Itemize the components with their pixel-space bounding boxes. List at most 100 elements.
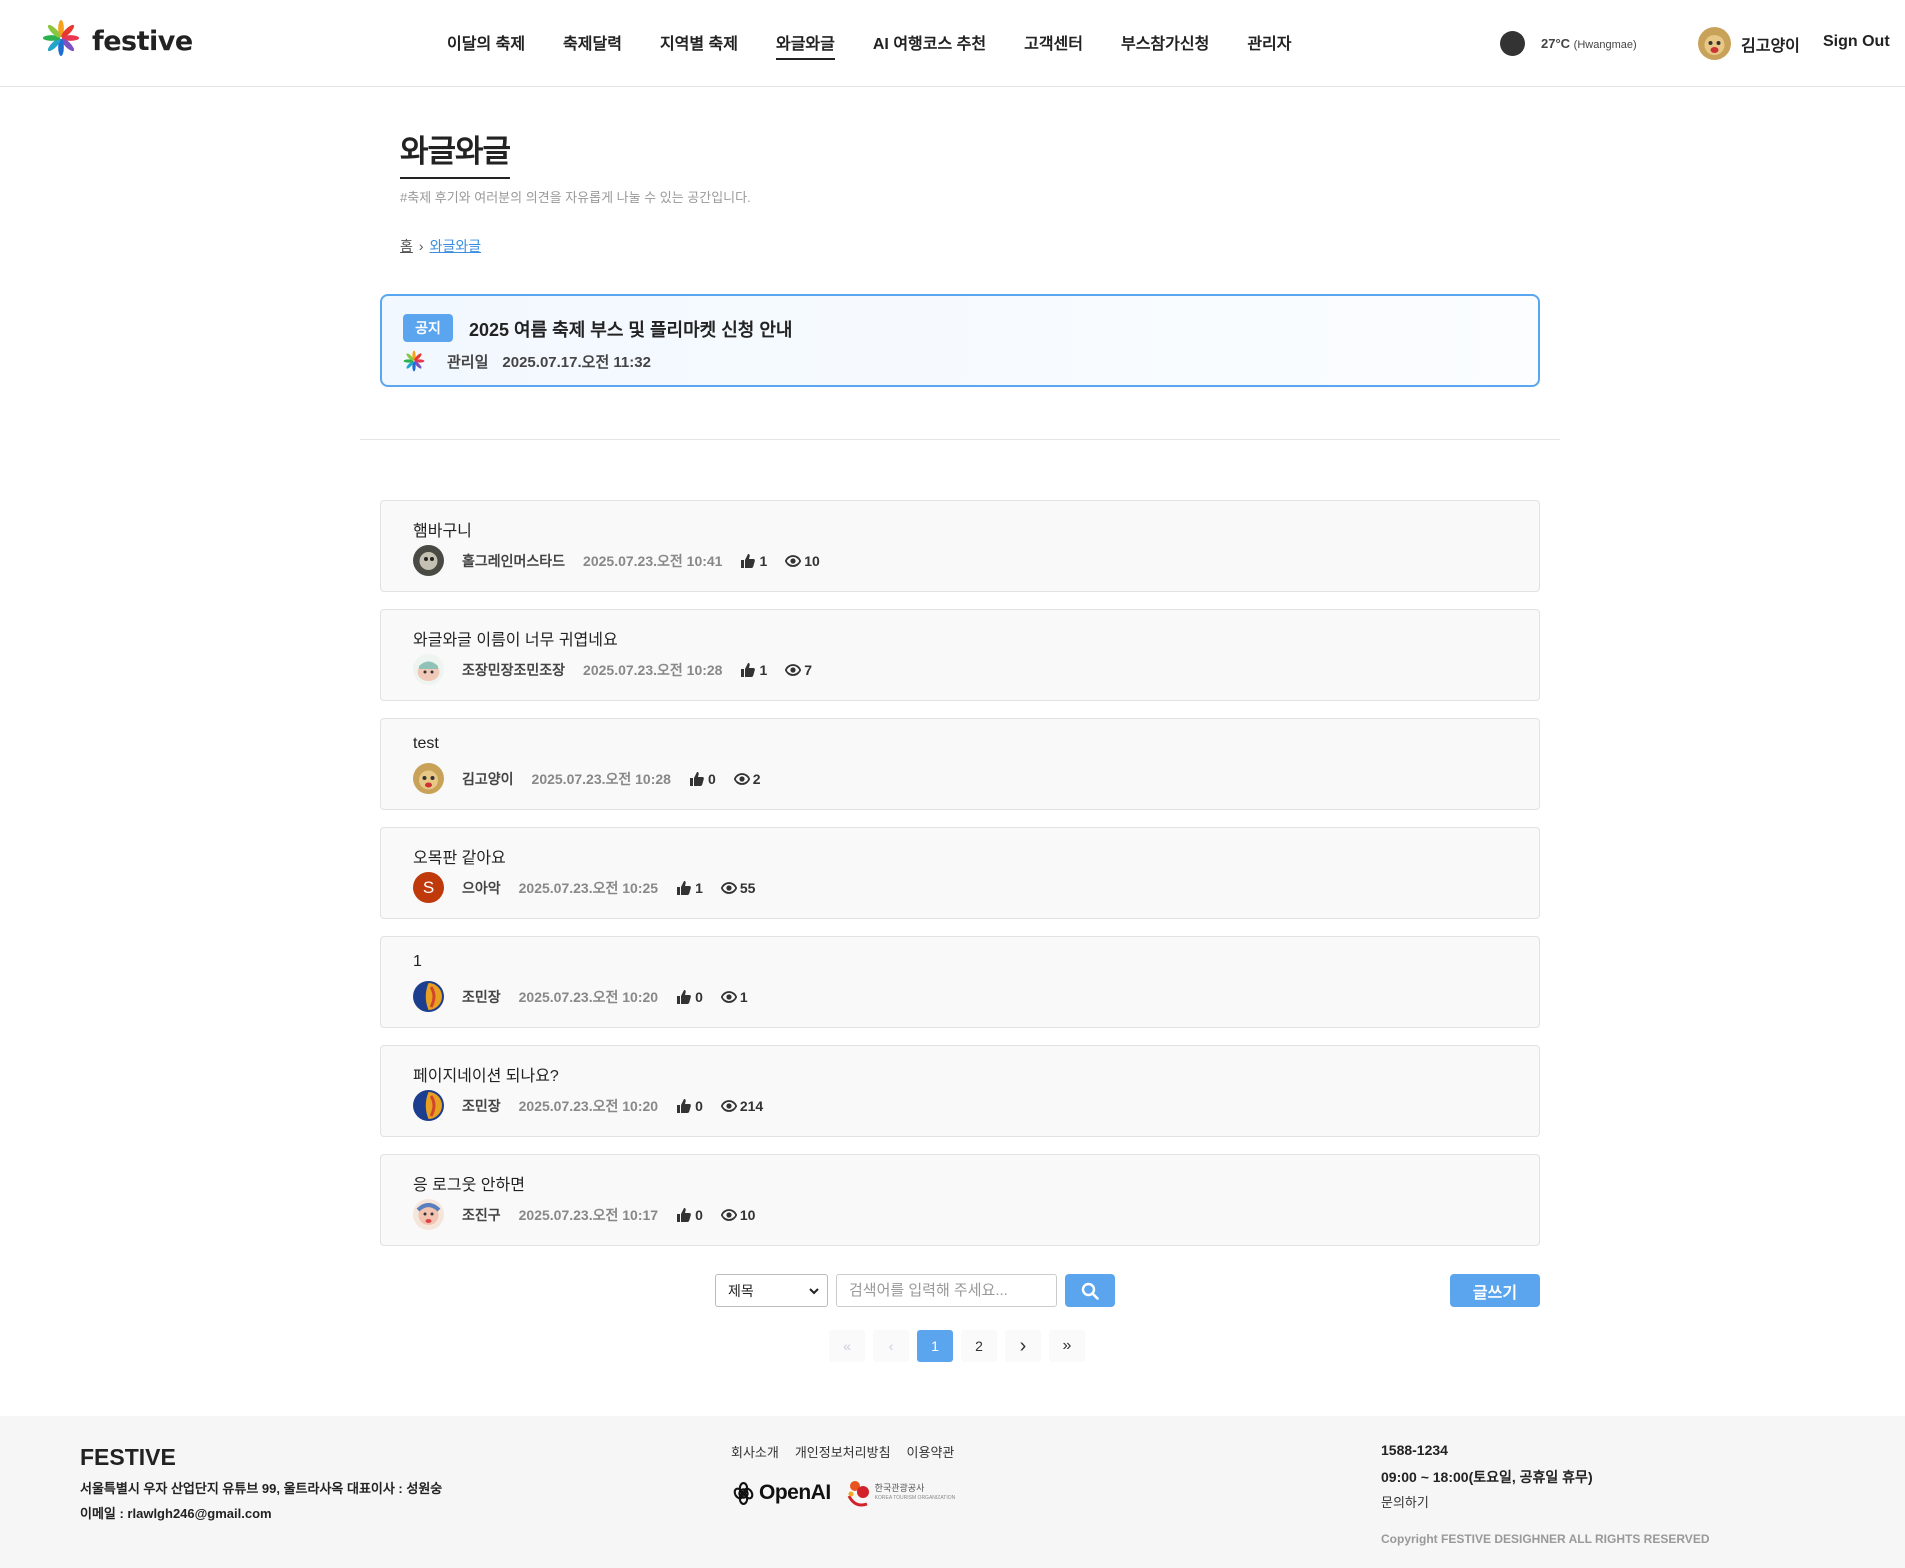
like-count: 0	[689, 771, 716, 787]
eye-icon	[733, 772, 750, 785]
thumbs-up-icon	[677, 1098, 691, 1113]
eye-icon	[720, 881, 737, 894]
nav-item-festival-calendar[interactable]: 축제달력	[563, 30, 622, 60]
notice-meta: 관리일 2025.07.17.오전 11:32	[403, 350, 651, 372]
post-item[interactable]: 햄바구니 홀그레인머스타드 2025.07.23.오전 10:41 1 10	[380, 500, 1540, 592]
notice-badge: 공지	[403, 314, 453, 342]
site-footer: FESTIVE 서울특별시 우자 산업단지 유튜브 99, 울트라사옥 대표이사…	[0, 1416, 1905, 1568]
like-count-value: 0	[707, 770, 716, 787]
page-button-1[interactable]: 1	[917, 1330, 953, 1362]
kto-text: 한국관광공사 KOREA TOURISM ORGANIZATION	[875, 1483, 956, 1503]
like-count-value: 0	[695, 1097, 703, 1114]
prev-page-button[interactable]: ‹	[873, 1330, 909, 1362]
like-count-value: 1	[759, 552, 768, 569]
nav-item-monthly-festival[interactable]: 이달의 축제	[447, 30, 525, 60]
breadcrumb-home[interactable]: 홈	[400, 236, 413, 256]
user-avatar	[1698, 27, 1731, 60]
last-page-button[interactable]: »	[1049, 1330, 1085, 1362]
post-meta: 홀그레인머스타드 2025.07.23.오전 10:41 1 10	[413, 545, 820, 576]
author-avatar	[413, 981, 444, 1012]
avatar-letter: S	[422, 878, 435, 897]
author-avatar	[413, 763, 444, 794]
nav-item-admin[interactable]: 관리자	[1247, 30, 1291, 60]
eye-icon	[720, 1099, 737, 1112]
footer-link-terms[interactable]: 이용약관	[907, 1442, 955, 1461]
view-count-value: 2	[752, 770, 761, 787]
post-author: 조장민장조민조장	[462, 661, 566, 678]
post-item[interactable]: 와글와글 이름이 너무 귀엽네요 조장민장조민조장 2025.07.23.오전 …	[380, 609, 1540, 701]
chevron-down-icon	[809, 1287, 819, 1294]
page-button-2[interactable]: 2	[961, 1330, 997, 1362]
view-count: 10	[720, 1207, 755, 1223]
post-item[interactable]: 응 로그웃 안하면 조진구 2025.07.23.오전 10:17 0 10	[380, 1154, 1540, 1246]
nav-item-regional-festival[interactable]: 지역별 축제	[660, 30, 738, 60]
post-meta: 김고양이 2025.07.23.오전 10:28 0 2	[413, 763, 761, 794]
nav-item-booth-application[interactable]: 부스참가신청	[1121, 30, 1209, 60]
breadcrumb-current[interactable]: 와글와글	[430, 236, 482, 256]
search-icon	[1081, 1282, 1099, 1300]
post-item[interactable]: 페이지네이션 되나요? 조민장 2025.07.23.오전 10:20 0 21…	[380, 1045, 1540, 1137]
post-title: 오목판 같아요	[413, 850, 506, 867]
notice-title: 2025 여름 축제 부스 및 플리마켓 신청 안내	[469, 320, 793, 340]
page-title: 와글와글	[400, 126, 511, 179]
notice-card[interactable]: 공지 2025 여름 축제 부스 및 플리마켓 신청 안내 관리일 2025.0…	[380, 294, 1540, 387]
next-page-button[interactable]: ›	[1005, 1330, 1041, 1362]
thumbs-up-icon	[741, 553, 756, 568]
author-avatar: S	[413, 872, 444, 903]
footer-link-about[interactable]: 회사소개	[731, 1442, 779, 1461]
partner-logos: OpenAI 한국관광공사 KOREA TOURISM ORGANIZATION	[731, 1478, 955, 1508]
weather-text: 27°C (Hwangmae)	[1541, 36, 1637, 51]
like-count-value: 0	[695, 988, 703, 1005]
page-description: #축제 후기와 여러분의 의견을 자유롭게 나눌 수 있는 공간입니다.	[400, 190, 751, 205]
post-list: 햄바구니 홀그레인머스타드 2025.07.23.오전 10:41 1 10 와…	[380, 500, 1540, 1263]
author-avatar	[413, 654, 444, 685]
post-item[interactable]: 1 조민장 2025.07.23.오전 10:20 0 1	[380, 936, 1540, 1028]
signout-link[interactable]: Sign Out	[1823, 33, 1890, 51]
weather-location: (Hwangmae)	[1573, 39, 1637, 51]
post-item[interactable]: 오목판 같아요 S 으아악 2025.07.23.오전 10:25 1 55	[380, 827, 1540, 919]
like-count: 0	[676, 989, 703, 1005]
chevron-right-icon: ›	[418, 238, 424, 254]
user-name: 김고양이	[1741, 37, 1800, 55]
eye-icon	[720, 1208, 737, 1221]
view-count: 7	[785, 662, 812, 678]
post-author: 김고양이	[462, 770, 514, 787]
footer-link-privacy[interactable]: 개인정보처리방침	[795, 1442, 891, 1461]
breadcrumb: 홈 › 와글와글	[400, 236, 481, 256]
like-count: 1	[676, 880, 703, 896]
section-divider	[360, 439, 1560, 440]
weather-icon	[1500, 31, 1525, 56]
view-count-value: 1	[739, 988, 748, 1005]
notice-author: 관리일	[447, 353, 489, 371]
eye-icon	[785, 554, 802, 567]
nav-item-customer-center[interactable]: 고객센터	[1024, 30, 1083, 60]
post-item[interactable]: test 김고양이 2025.07.23.오전 10:28 0 2	[380, 718, 1540, 810]
like-count: 0	[676, 1098, 703, 1114]
post-meta: 조민장 2025.07.23.오전 10:20 0 214	[413, 1090, 763, 1121]
user-profile[interactable]: 김고양이	[1698, 27, 1800, 60]
like-count-value: 1	[759, 661, 768, 678]
post-date: 2025.07.23.오전 10:28	[583, 661, 723, 678]
post-title: 1	[413, 953, 422, 970]
thumbs-up-icon	[741, 662, 756, 677]
footer-hours: 09:00 ~ 18:00(토요일, 공휴일 휴무)	[1381, 1469, 1593, 1485]
post-title: 페이지네이션 되나요?	[413, 1068, 559, 1085]
search-button[interactable]	[1065, 1274, 1115, 1307]
nav-item-waglewagle[interactable]: 와글와글	[775, 30, 835, 60]
write-post-button[interactable]: 글쓰기	[1450, 1274, 1540, 1307]
search-type-select[interactable]: 제목	[715, 1274, 828, 1307]
view-count: 10	[785, 553, 820, 569]
search-input[interactable]	[836, 1274, 1057, 1307]
footer-inquiry-link[interactable]: 문의하기	[1381, 1492, 1429, 1511]
first-page-button[interactable]: «	[829, 1330, 865, 1362]
post-date: 2025.07.23.오전 10:28	[531, 770, 671, 787]
nav-item-ai-course[interactable]: AI 여행코스 추천	[873, 30, 986, 60]
site-logo[interactable]: festive	[42, 18, 193, 57]
openai-icon	[733, 1481, 754, 1505]
post-author: 으아악	[462, 879, 501, 896]
kto-name: 한국관광공사	[874, 1483, 925, 1493]
post-date: 2025.07.23.오전 10:25	[518, 879, 659, 896]
thumbs-up-icon	[677, 1207, 691, 1222]
thumbs-up-icon	[677, 880, 691, 895]
notice-date: 2025.07.17.오전 11:32	[502, 353, 651, 371]
